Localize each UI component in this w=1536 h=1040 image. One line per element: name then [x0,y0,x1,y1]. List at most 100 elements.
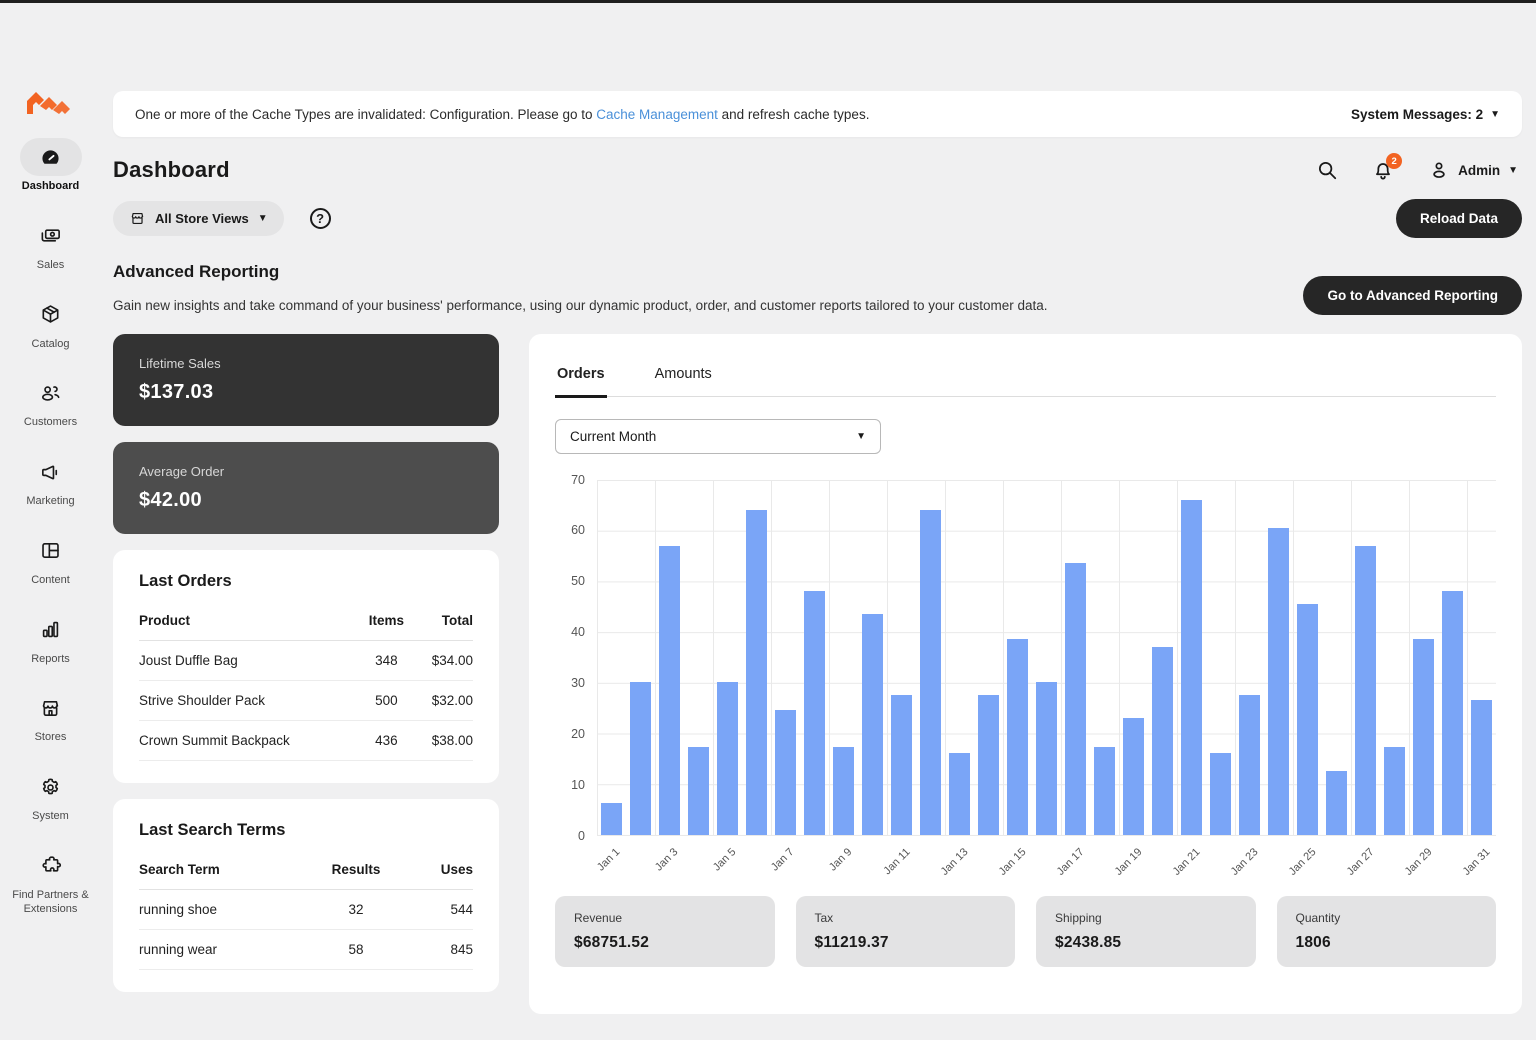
chart-bar[interactable] [1471,700,1492,834]
chart-bar[interactable] [601,803,622,835]
chart-x-labels: Jan 1Jan 3Jan 5Jan 7Jan 9Jan 11Jan 13Jan… [597,836,1496,888]
chart-bar[interactable] [1094,747,1115,835]
chart-bar[interactable] [717,682,738,834]
advanced-reporting-section: Advanced Reporting Gain new insights and… [113,262,1522,316]
x-label-slot: Jan 21 [1177,836,1206,888]
megaphone-icon [20,453,82,491]
store-view-label: All Store Views [155,211,249,226]
chart-bar[interactable] [688,747,709,835]
chart-bar[interactable] [746,510,767,835]
sidebar-item-find-partners[interactable]: Find Partners & Extensions [0,847,101,917]
sidebar: Dashboard Sales [0,88,101,916]
x-label-slot [1032,836,1061,888]
table-row[interactable]: Crown Summit Backpack 436 $38.00 [139,720,473,760]
chart-bar[interactable] [1007,639,1028,834]
sidebar-item-sales[interactable]: Sales [0,217,101,273]
chart-bar[interactable] [920,510,941,835]
x-label-slot [1438,836,1467,888]
help-icon[interactable]: ? [310,208,331,229]
last-orders-card: Last Orders Product Items Total Joust Du… [113,550,499,783]
sidebar-item-content[interactable]: Content [0,532,101,588]
bar-slot [1148,480,1177,835]
y-axis-tick: 0 [578,829,585,843]
results-cell: 58 [306,929,407,969]
chart-bar[interactable] [1123,718,1144,835]
x-label-slot [1380,836,1409,888]
bar-slot [1409,480,1438,835]
chart-bar[interactable] [833,747,854,835]
notification-count-badge: 2 [1386,153,1402,169]
sidebar-item-reports[interactable]: Reports [0,611,101,667]
tab-amounts[interactable]: Amounts [653,358,714,396]
chart-bar[interactable] [1384,747,1405,835]
sidebar-item-dashboard[interactable]: Dashboard [0,138,101,194]
system-messages-toggle[interactable]: System Messages: 2 ▼ [1351,107,1500,122]
bar-slot [1032,480,1061,835]
chart-bar[interactable] [1036,682,1057,834]
bar-slot [1119,480,1148,835]
chart-bar[interactable] [775,710,796,834]
chevron-down-icon: ▼ [1508,165,1518,176]
chart-bar[interactable] [630,682,651,834]
chart-bar[interactable] [1268,528,1289,835]
sidebar-item-label: Content [31,574,70,588]
chart-bar[interactable] [1152,647,1173,835]
chart-bar[interactable] [1239,695,1260,834]
sidebar-item-stores[interactable]: Stores [0,689,101,745]
sidebar-item-system[interactable]: System [0,768,101,824]
layout-icon [20,532,82,570]
bar-chart-icon [20,611,82,649]
reload-data-button[interactable]: Reload Data [1396,199,1522,238]
magento-logo[interactable] [25,88,77,124]
bar-slot [887,480,916,835]
table-row[interactable]: Joust Duffle Bag 348 $34.00 [139,640,473,680]
x-label-slot [974,836,1003,888]
chart-bar[interactable] [978,695,999,834]
sidebar-item-customers[interactable]: Customers [0,374,101,430]
chart-bar[interactable] [949,753,970,834]
go-to-advanced-reporting-button[interactable]: Go to Advanced Reporting [1303,276,1522,315]
store-view-switcher[interactable]: All Store Views ▼ [113,201,284,236]
items-cell: 500 [361,680,413,720]
chart-bar[interactable] [891,695,912,834]
sidebar-item-catalog[interactable]: Catalog [0,296,101,352]
chevron-down-icon: ▼ [856,431,866,442]
bar-slot [1467,480,1496,835]
x-label-slot: Jan 5 [713,836,742,888]
table-row[interactable]: Strive Shoulder Pack 500 $32.00 [139,680,473,720]
chart-bar[interactable] [1326,771,1347,834]
chart-bar[interactable] [1413,639,1434,834]
chart-bar[interactable] [862,614,883,835]
tab-orders[interactable]: Orders [555,358,607,398]
bar-slot [742,480,771,835]
gauge-icon [20,138,82,176]
chart-bar[interactable] [1355,546,1376,835]
sidebar-item-marketing[interactable]: Marketing [0,453,101,509]
column-header: Total [412,601,473,641]
chart-bar[interactable] [1297,604,1318,835]
bar-slot [1235,480,1264,835]
x-label-slot: Jan 27 [1351,836,1380,888]
notifications-bell-icon[interactable]: 2 [1372,159,1394,181]
admin-account-menu[interactable]: Admin ▼ [1428,159,1518,181]
main-content: One or more of the Cache Types are inval… [113,91,1522,1014]
chart-bar[interactable] [804,591,825,834]
message-text: and refresh cache types. [718,107,870,122]
cache-management-link[interactable]: Cache Management [596,107,718,122]
search-icon[interactable] [1316,159,1338,181]
sidebar-item-label: Customers [24,416,77,430]
chart-bar[interactable] [1065,563,1086,834]
page-header: Dashboard 2 Admin ▼ [113,157,1522,183]
chart-bar[interactable] [1210,753,1231,834]
quantity-label: Quantity [1296,911,1478,925]
sidebar-item-label: Stores [35,731,67,745]
chart-bar[interactable] [1442,591,1463,834]
chart-bar[interactable] [1181,500,1202,835]
sidebar-item-label: Marketing [26,495,74,509]
revenue-label: Revenue [574,911,756,925]
table-row[interactable]: running shoe 32 544 [139,889,473,929]
date-range-select[interactable]: Current Month ▼ [555,419,881,454]
table-row[interactable]: running wear 58 845 [139,929,473,969]
bar-slot [1206,480,1235,835]
chart-bar[interactable] [659,546,680,835]
